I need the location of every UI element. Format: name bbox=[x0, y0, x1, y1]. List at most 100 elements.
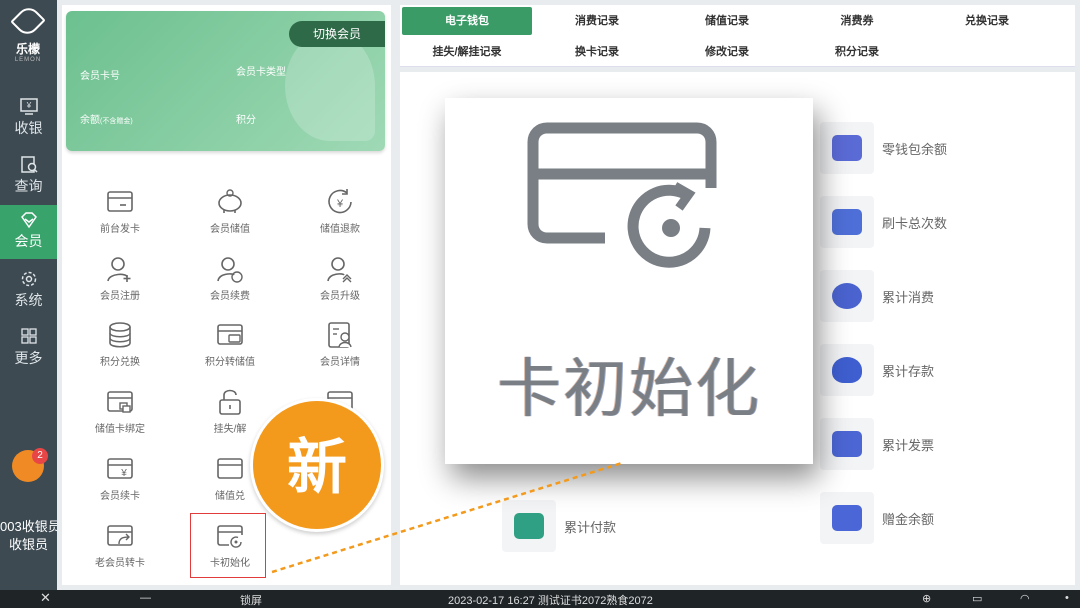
zoom-callout: 卡初始化 bbox=[445, 98, 813, 464]
card-bind-icon bbox=[107, 391, 133, 413]
grid-icon bbox=[20, 328, 37, 344]
card-reset-icon bbox=[527, 122, 717, 268]
lock-screen-button[interactable]: 锁屏 bbox=[240, 592, 262, 608]
taskbar: ✕ — 锁屏 2023-02-17 16:27 测试证书2072熟食2072 ⊕… bbox=[0, 590, 1080, 608]
function-card-renew[interactable]: ¥ 会员续卡 bbox=[80, 455, 160, 502]
stat-label: 累计发票 bbox=[882, 438, 935, 453]
card-transfer-icon bbox=[107, 525, 133, 546]
logo-sub: LEMON bbox=[14, 57, 42, 63]
coins-icon bbox=[109, 322, 131, 348]
stat-label: 累计付款 bbox=[564, 520, 617, 535]
wifi-icon[interactable]: ◠ bbox=[1020, 592, 1030, 605]
leaf-watermark-icon bbox=[285, 31, 375, 141]
stat-label: 刷卡总次数 bbox=[882, 216, 948, 231]
nav-label-more: 更多 bbox=[14, 350, 43, 366]
stat-swipe-count: 刷卡总次数 bbox=[820, 196, 1060, 248]
function-recharge-refund[interactable]: ¥ 储值退款 bbox=[300, 188, 380, 235]
function-report-loss[interactable]: 挂失/解 bbox=[190, 388, 270, 435]
nav-item-query[interactable]: 查询 bbox=[0, 150, 57, 204]
status-dot-icon: • bbox=[1065, 592, 1069, 604]
tab-card-change-records[interactable]: 换卡记录 bbox=[532, 38, 662, 66]
yuan-refund-icon: ¥ bbox=[328, 189, 352, 214]
new-feature-badge: 新 bbox=[250, 398, 384, 532]
switch-member-button[interactable]: 切换会员 bbox=[289, 21, 385, 47]
stat-label: 赠金余额 bbox=[882, 512, 935, 527]
svg-text:¥: ¥ bbox=[120, 468, 127, 479]
function-label: 老会员转卡 bbox=[95, 558, 145, 569]
balance-label-text: 余额 bbox=[80, 115, 100, 126]
monitor-icon[interactable]: ▭ bbox=[972, 592, 982, 605]
logo-name: 乐檬 bbox=[15, 42, 40, 56]
function-card-bind[interactable]: 储值卡绑定 bbox=[80, 388, 160, 435]
balance-note: (不含赠金) bbox=[100, 118, 133, 125]
invoice-icon bbox=[820, 418, 874, 470]
function-member-renew[interactable]: 会员续费 bbox=[190, 255, 270, 302]
tab-coupons[interactable]: 消费券 bbox=[792, 7, 922, 35]
user-renew-icon bbox=[217, 257, 243, 283]
stat-label: 累计消费 bbox=[882, 290, 935, 305]
cashier-id: 003收银员 bbox=[0, 519, 57, 534]
chart-icon bbox=[820, 270, 874, 322]
status-text: 2023-02-17 16:27 测试证书2072熟食2072 bbox=[448, 595, 653, 607]
function-label: 会员详情 bbox=[320, 357, 360, 368]
svg-text:¥: ¥ bbox=[25, 101, 31, 110]
function-label: 挂失/解 bbox=[213, 424, 247, 435]
function-issue-card[interactable]: 前台发卡 bbox=[80, 188, 160, 235]
user-add-icon bbox=[107, 257, 131, 282]
piggy-bank-icon bbox=[820, 344, 874, 396]
nav-item-more[interactable]: 更多 bbox=[0, 322, 57, 376]
card-reset-highlight-box bbox=[190, 513, 266, 578]
tab-recharge-records[interactable]: 储值记录 bbox=[662, 7, 792, 35]
tab-points-records[interactable]: 积分记录 bbox=[792, 38, 922, 66]
card-type-label: 会员卡类型 bbox=[236, 67, 286, 78]
function-member-upgrade[interactable]: 会员升级 bbox=[300, 255, 380, 302]
function-label: 会员注册 bbox=[100, 291, 140, 302]
function-member-register[interactable]: 会员注册 bbox=[80, 255, 160, 302]
balance-label: 余额(不含赠金) bbox=[80, 111, 133, 126]
gear-icon bbox=[21, 271, 36, 287]
function-member-detail[interactable]: 会员详情 bbox=[300, 321, 380, 368]
tab-e-wallet[interactable]: 电子钱包 bbox=[402, 7, 532, 35]
tab-exchange-records[interactable]: 兑换记录 bbox=[922, 7, 1052, 35]
tab-modify-records[interactable]: 修改记录 bbox=[662, 38, 792, 66]
query-icon bbox=[20, 156, 38, 173]
stat-total-deposit: 累计存款 bbox=[820, 344, 1060, 396]
tab-consumption-records[interactable]: 消费记录 bbox=[532, 7, 662, 35]
stat-total-payment: 累计付款 bbox=[502, 500, 742, 552]
card-swipe-icon bbox=[820, 196, 874, 248]
nav-label-member: 会员 bbox=[14, 233, 43, 249]
function-label: 储值卡绑定 bbox=[95, 424, 145, 435]
member-detail-icon bbox=[328, 322, 352, 348]
function-label: 会员续费 bbox=[210, 291, 250, 302]
stat-total-invoice: 累计发票 bbox=[820, 418, 1060, 470]
function-points-to-balance[interactable]: 积分转储值 bbox=[190, 321, 270, 368]
user-upgrade-icon bbox=[327, 257, 352, 283]
card-number-label: 会员卡号 bbox=[80, 71, 120, 82]
points-label: 积分 bbox=[236, 115, 256, 126]
nav-label-system: 系统 bbox=[14, 292, 43, 308]
cashier-name: 收银员 bbox=[8, 537, 48, 552]
close-icon[interactable]: ✕ bbox=[40, 590, 51, 606]
globe-icon[interactable]: ⊕ bbox=[922, 592, 931, 605]
notification-count-badge: 2 bbox=[32, 448, 48, 464]
nav-item-member[interactable]: 会员 bbox=[0, 205, 57, 259]
wallet-icon bbox=[820, 122, 874, 174]
function-member-recharge[interactable]: 会员储值 bbox=[190, 188, 270, 235]
function-label: 积分转储值 bbox=[205, 357, 255, 368]
minimize-icon[interactable]: — bbox=[140, 592, 151, 604]
cashier-icon: ¥ bbox=[19, 98, 38, 115]
tab-loss-records[interactable]: 挂失/解挂记录 bbox=[402, 38, 532, 66]
function-label: 储值退款 bbox=[320, 224, 360, 235]
nav-item-cashier[interactable]: ¥ 收银 bbox=[0, 92, 57, 146]
function-label: 会员储值 bbox=[210, 224, 250, 235]
nav-label-query: 查询 bbox=[14, 178, 43, 194]
function-points-exchange[interactable]: 积分兑换 bbox=[80, 321, 160, 368]
piggy-bank-icon bbox=[218, 189, 242, 213]
nav-item-system[interactable]: 系统 bbox=[0, 264, 57, 318]
function-old-member-transfer[interactable]: 老会员转卡 bbox=[80, 522, 160, 569]
payment-icon bbox=[502, 500, 556, 552]
function-label: 储值兑 bbox=[215, 491, 245, 502]
stat-wallet-balance: 零钱包余额 bbox=[820, 122, 1060, 174]
zoom-label: 卡初始化 bbox=[497, 353, 761, 425]
card-icon bbox=[107, 191, 133, 212]
